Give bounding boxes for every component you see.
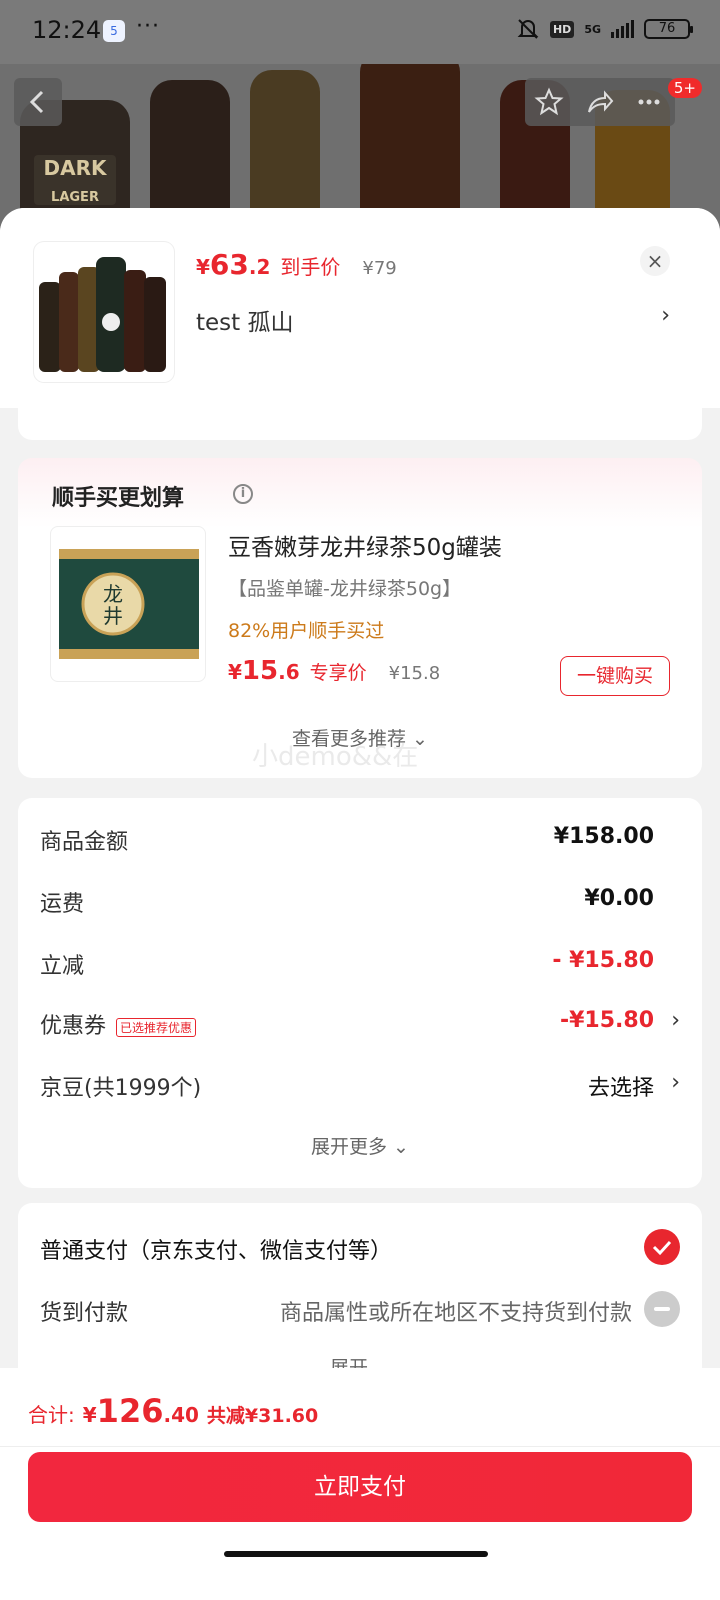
- cod-label: 货到付款: [40, 1301, 129, 1326]
- price-integer: 63: [209, 248, 249, 281]
- goods-amount-row: 商品金额 ¥158.00: [40, 824, 654, 864]
- info-icon[interactable]: i: [233, 484, 253, 504]
- status-more-icon: ···: [136, 14, 160, 39]
- price-tag: 到手价: [280, 255, 341, 279]
- expand-more-fees[interactable]: 展开更多 ⌄: [18, 1132, 702, 1159]
- discount-label: 立减: [40, 954, 85, 979]
- recommended-item-price: ¥ 15 .6 专享价 ¥15.8: [228, 656, 440, 686]
- status-bar: 12:24 5 ··· HD 5G 76: [0, 0, 720, 64]
- total-symbol: ¥: [82, 1403, 97, 1427]
- recommended-item-spec: 【品鉴单罐-龙井绿茶50g】: [228, 578, 462, 600]
- price-symbol: ¥: [196, 255, 210, 279]
- recommendation-card: 顺手买更划算 i 龙井 豆香嫩芽龙井绿茶50g罐装 【品鉴单罐-龙井绿茶50g】…: [18, 458, 702, 778]
- sheet-header: ¥ 63 .2 到手价 ¥79 test 孤山 › ×: [0, 208, 720, 408]
- selected-spec[interactable]: test 孤山: [196, 303, 293, 337]
- bottle-image: [250, 70, 320, 230]
- shipping-label: 运费: [40, 892, 85, 917]
- total-integer: 126: [96, 1392, 164, 1430]
- price-decimal: .6: [278, 660, 300, 684]
- message-count-badge: 5+: [667, 78, 702, 98]
- pay-now-button[interactable]: 立即支付: [28, 1452, 692, 1522]
- divider: [0, 1446, 720, 1447]
- goods-amount-label: 商品金额: [40, 830, 129, 855]
- share-icon[interactable]: [583, 86, 615, 118]
- disabled-icon: [644, 1291, 680, 1327]
- total-label: 合计:: [28, 1403, 75, 1427]
- cod-unavailable-note: 商品属性或所在地区不支持货到付款: [279, 1301, 632, 1326]
- instant-discount-row: 立减 - ¥15.80: [40, 948, 654, 988]
- network-label: 5G: [584, 22, 601, 36]
- goods-amount-value: ¥158.00: [553, 824, 654, 849]
- checked-icon: [644, 1229, 680, 1265]
- coupon-tag: 已选推荐优惠: [116, 1017, 197, 1037]
- chevron-right-icon: ›: [671, 1008, 680, 1033]
- product-price: ¥ 63 .2 到手价 ¥79: [196, 248, 397, 281]
- status-time: 12:24: [32, 16, 102, 44]
- back-button[interactable]: [14, 78, 62, 126]
- recommended-item-buy-rate: 82%用户顺手买过: [228, 620, 385, 642]
- shipping-value: ¥0.00: [584, 886, 654, 911]
- address-card-bottom: [18, 400, 702, 440]
- price-integer: 15: [241, 656, 279, 686]
- price-decimal: .2: [248, 255, 271, 279]
- product-thumbnail: [34, 242, 174, 382]
- recommended-item-name[interactable]: 豆香嫩芽龙井绿茶50g罐装: [228, 528, 502, 562]
- notification-app-icon: 5: [103, 20, 125, 42]
- tea-label: 龙井: [103, 582, 123, 628]
- checkout-footer: 合计: ¥ 126 .40 共减¥31.60 立即支付: [0, 1368, 720, 1600]
- signal-icon: [611, 20, 634, 38]
- chevron-right-icon[interactable]: ›: [661, 303, 670, 328]
- back-arrow-icon: [29, 90, 44, 114]
- price-tag: 专享价: [309, 662, 367, 684]
- jd-beans-label: 京豆(共1999个): [40, 1076, 202, 1101]
- bottle-label: DARK: [43, 156, 107, 180]
- home-indicator: [224, 1551, 488, 1557]
- favorite-star-icon[interactable]: [533, 86, 565, 118]
- more-icon[interactable]: [633, 86, 665, 118]
- total-saved: 共减¥31.60: [206, 1405, 319, 1427]
- jd-beans-row[interactable]: 京豆(共1999个) 去选择 ›: [40, 1070, 680, 1110]
- close-button[interactable]: ×: [640, 246, 670, 276]
- coupon-label: 优惠券: [40, 1014, 107, 1039]
- chevron-right-icon: ›: [671, 1070, 680, 1095]
- fee-summary-card: 商品金额 ¥158.00 运费 ¥0.00 立减 - ¥15.80 优惠券 已选推…: [18, 798, 702, 1188]
- total-decimal: .40: [163, 1403, 199, 1427]
- one-click-buy-button[interactable]: 一键购买: [560, 656, 670, 696]
- recommendation-title: 顺手买更划算: [52, 486, 185, 511]
- hd-badge: HD: [549, 20, 575, 38]
- normal-payment-label: 普通支付（京东支付、微信支付等）: [40, 1239, 393, 1264]
- bottle-image: [360, 50, 460, 230]
- payment-method-card: 普通支付（京东支付、微信支付等） 货到付款 商品属性或所在地区不支持货到付款 展…: [18, 1203, 702, 1388]
- discount-value: - ¥15.80: [552, 948, 654, 973]
- recommended-item-image[interactable]: 龙井: [50, 526, 206, 682]
- shipping-row: 运费 ¥0.00: [40, 886, 654, 926]
- watermark: 小demo&&在: [252, 742, 419, 772]
- coupon-value: -¥15.80: [559, 1008, 654, 1033]
- top-actions: [525, 78, 675, 126]
- original-price: ¥15.8: [388, 663, 441, 684]
- price-symbol: ¥: [228, 660, 242, 684]
- order-total: 合计: ¥ 126 .40 共减¥31.60: [28, 1392, 318, 1430]
- original-price: ¥79: [362, 258, 397, 279]
- jd-beans-select: 去选择: [587, 1076, 654, 1101]
- cod-payment-row: 货到付款 商品属性或所在地区不支持货到付款: [40, 1291, 680, 1335]
- battery-icon: 76: [644, 19, 693, 39]
- coupon-row[interactable]: 优惠券 已选推荐优惠 -¥15.80 ›: [40, 1008, 680, 1048]
- bottle-sublabel: LAGER: [51, 190, 99, 205]
- normal-payment-row[interactable]: 普通支付（京东支付、微信支付等）: [40, 1229, 680, 1273]
- mute-icon: [517, 19, 539, 39]
